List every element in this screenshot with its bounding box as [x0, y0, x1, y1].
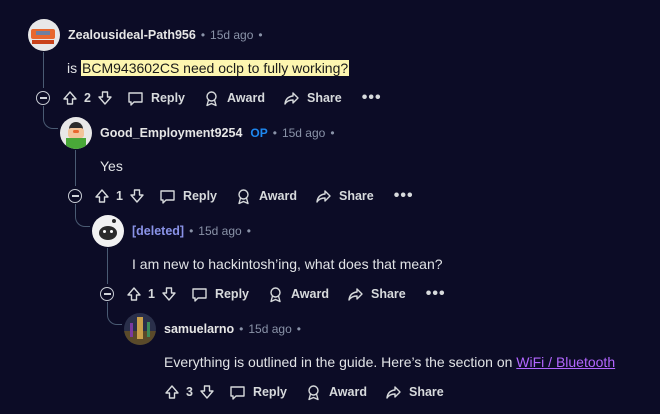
meta-separator: •: [239, 322, 244, 336]
award-label: Award: [291, 287, 329, 301]
share-icon: [386, 385, 401, 399]
share-button[interactable]: Share: [347, 286, 406, 303]
upvote-icon[interactable]: [62, 90, 78, 106]
share-button[interactable]: Share: [315, 188, 374, 205]
meta-separator: •: [246, 224, 251, 238]
award-button[interactable]: Award: [305, 384, 367, 401]
share-label: Share: [408, 385, 444, 399]
comment-body-prefix: is: [67, 60, 78, 76]
more-options-icon[interactable]: •••: [362, 90, 382, 106]
vote-count: 1: [148, 287, 155, 301]
upvote-icon[interactable]: [126, 286, 142, 302]
comment-timestamp[interactable]: 15d ago: [198, 224, 241, 238]
meta-separator: •: [296, 322, 301, 336]
comment-timestamp[interactable]: 15d ago: [248, 322, 291, 336]
award-label: Award: [329, 385, 367, 399]
reply-button[interactable]: Reply: [159, 188, 217, 205]
vote-count: 3: [186, 385, 193, 399]
share-label: Share: [306, 91, 342, 105]
comment-body: I am new to hackintosh’ing, what does th…: [132, 256, 443, 272]
share-icon: [316, 189, 331, 203]
award-icon: [270, 286, 281, 302]
vote-count: 1: [116, 189, 123, 203]
more-options-icon[interactable]: •••: [426, 286, 446, 302]
photo-avatar[interactable]: [124, 313, 156, 345]
comment-icon: [128, 91, 143, 106]
award-button[interactable]: Award: [235, 188, 297, 205]
reply-label: Reply: [214, 287, 249, 301]
meta-separator: •: [189, 224, 194, 238]
wifi-bluetooth-link[interactable]: WiFi / Bluetooth: [516, 354, 615, 370]
award-label: Award: [259, 189, 297, 203]
comment-author[interactable]: Good_Employment9254: [100, 126, 242, 140]
award-icon: [238, 188, 249, 204]
share-label: Share: [338, 189, 374, 203]
award-icon: [308, 384, 319, 400]
meta-separator: •: [330, 126, 335, 140]
comment-icon: [160, 189, 175, 204]
comment-icon: [230, 385, 245, 400]
vote-count: 2: [84, 91, 91, 105]
deleted-user-avatar: [92, 215, 124, 247]
downvote-icon[interactable]: [97, 90, 113, 106]
orange-robot-avatar[interactable]: [28, 19, 60, 51]
comment-timestamp[interactable]: 15d ago: [210, 28, 253, 42]
downvote-icon[interactable]: [161, 286, 177, 302]
collapse-thread-button[interactable]: [100, 287, 114, 301]
reply-button[interactable]: Reply: [127, 90, 185, 107]
meta-separator: •: [258, 28, 263, 42]
comment-body: is BCM943602CS need oclp to fully workin…: [67, 58, 350, 78]
collapse-thread-button[interactable]: [36, 91, 50, 105]
comment-body-prefix: Everything is outlined in the guide. Her…: [164, 354, 517, 370]
upvote-icon[interactable]: [94, 188, 110, 204]
more-options-icon[interactable]: •••: [394, 188, 414, 204]
share-label: Share: [370, 287, 406, 301]
reply-button[interactable]: Reply: [229, 384, 287, 401]
comment-body: Yes: [100, 158, 123, 174]
reply-label: Reply: [182, 189, 217, 203]
share-button[interactable]: Share: [283, 90, 342, 107]
award-icon: [206, 90, 217, 106]
green-character-avatar[interactable]: [60, 117, 92, 149]
comment-author: [deleted]: [132, 224, 185, 238]
share-icon: [284, 91, 299, 105]
reply-label: Reply: [150, 91, 185, 105]
comment-icon: [192, 287, 207, 302]
share-icon: [348, 287, 363, 301]
upvote-icon[interactable]: [164, 384, 180, 400]
downvote-icon[interactable]: [129, 188, 145, 204]
comment-author[interactable]: samuelarno: [164, 322, 234, 336]
collapse-thread-button[interactable]: [68, 189, 82, 203]
reply-label: Reply: [252, 385, 287, 399]
award-label: Award: [227, 91, 265, 105]
comment-timestamp[interactable]: 15d ago: [282, 126, 325, 140]
downvote-icon[interactable]: [199, 384, 215, 400]
award-button[interactable]: Award: [267, 286, 329, 303]
award-button[interactable]: Award: [203, 90, 265, 107]
reply-button[interactable]: Reply: [191, 286, 249, 303]
meta-separator: •: [272, 126, 277, 140]
comment-author[interactable]: Zealousideal-Path956: [68, 28, 196, 42]
comment-body-highlight: BCM943602CS need oclp to fully working?: [81, 60, 350, 76]
meta-separator: •: [200, 28, 206, 42]
op-badge: OP: [250, 126, 268, 140]
share-button[interactable]: Share: [385, 384, 444, 401]
comment-body: Everything is outlined in the guide. Her…: [164, 352, 615, 372]
